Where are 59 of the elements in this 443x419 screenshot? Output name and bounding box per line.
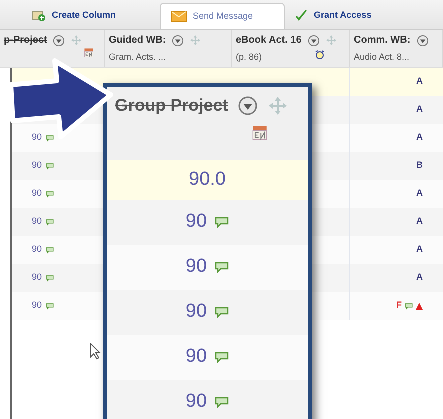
toolbar-tab[interactable]: Grant Access [285, 3, 410, 29]
comment-icon [46, 190, 54, 198]
score-text: 90 [186, 210, 208, 234]
dropdown-icon[interactable] [53, 34, 66, 46]
grade-text: A [416, 187, 423, 200]
comment-icon [46, 246, 54, 254]
calendar-icon [252, 125, 268, 141]
comment-icon [46, 274, 54, 282]
score-text: 90 [186, 300, 208, 324]
column-title: Group Project [115, 95, 228, 117]
grade-text: B [416, 159, 423, 172]
grade-text: A [416, 75, 423, 88]
alarm-clock-icon [315, 50, 325, 60]
comment-icon [46, 218, 54, 226]
column-title: Guided WB: [109, 34, 166, 48]
calendar-icon [84, 48, 94, 58]
table-add-icon [32, 10, 46, 22]
toolbar-tab[interactable]: Send Message [160, 3, 285, 29]
score-text: 90 [186, 390, 208, 414]
score-text: 90 [32, 243, 42, 256]
column-title: p-Project [4, 34, 48, 48]
score-text: 90 [32, 299, 42, 312]
score-text: 90 [186, 255, 208, 280]
column-title: eBook Act. 16 [236, 34, 302, 48]
score-text: 90 [186, 345, 208, 370]
score-text: 90 [32, 187, 42, 200]
score-text: 90 [32, 215, 42, 228]
comment-icon [405, 302, 413, 310]
grade-text: A [416, 243, 423, 256]
score-text: 90 [32, 159, 42, 172]
cursor-icon [90, 343, 102, 360]
grade-text: A [416, 103, 423, 116]
column-subtitle: Audio Act. 8... [354, 51, 410, 64]
score-text: 90 [32, 131, 42, 144]
comment-icon [215, 307, 230, 318]
comment-icon [46, 302, 54, 310]
grade-text: F [396, 299, 402, 312]
column-subtitle: (p. 86) [236, 51, 262, 64]
dropdown-icon[interactable] [238, 96, 258, 116]
dropdown-icon[interactable] [172, 34, 184, 46]
comment-icon [46, 134, 54, 142]
grade-text: A [416, 271, 423, 284]
envelope-icon [171, 11, 187, 22]
comment-icon [215, 217, 230, 228]
column-subtitle: Gram. Acts. ... [109, 51, 166, 64]
warning-icon [416, 302, 423, 310]
comment-icon [46, 162, 54, 170]
toolbar-tab[interactable]: Create Column [20, 3, 160, 29]
column-title: Comm. WB: [354, 34, 411, 48]
comment-icon [215, 262, 230, 273]
score-text: 90.0 [189, 168, 226, 192]
grade-text: A [416, 215, 423, 228]
checkmark-icon [295, 10, 308, 22]
grade-text: A [416, 131, 423, 144]
comment-icon [215, 397, 230, 408]
dropdown-icon[interactable] [308, 34, 320, 46]
comment-icon [215, 352, 230, 363]
dropdown-icon[interactable] [416, 34, 429, 46]
score-text: 90 [32, 271, 42, 284]
